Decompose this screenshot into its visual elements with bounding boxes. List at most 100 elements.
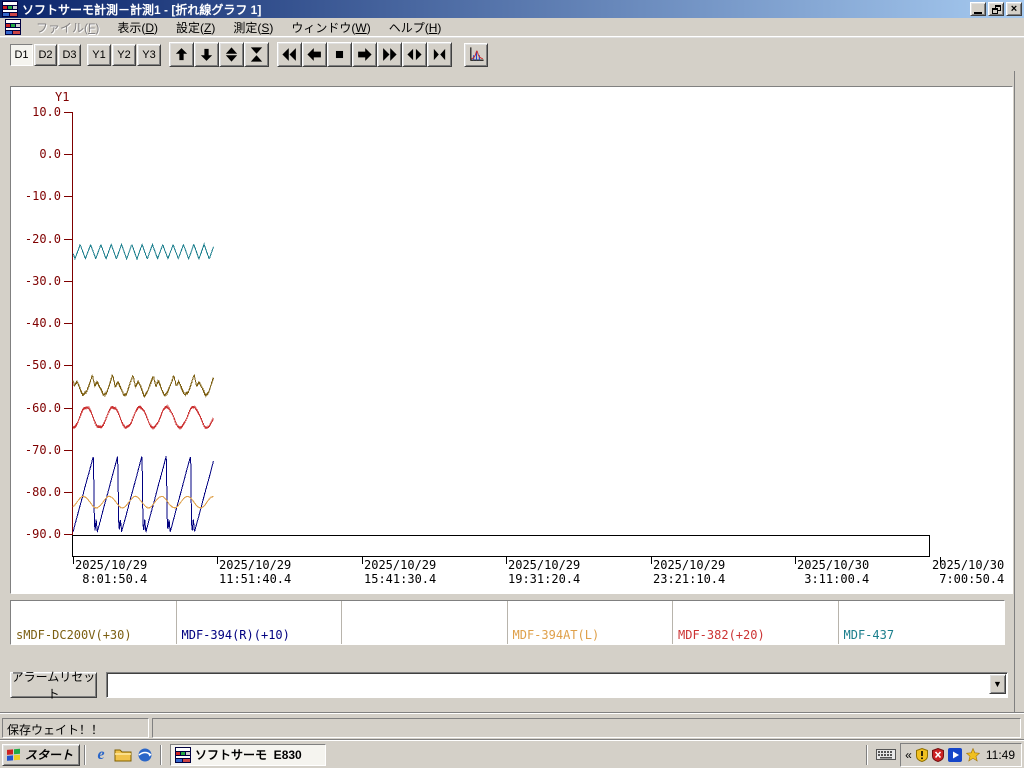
star-tray-icon[interactable]: [965, 747, 980, 762]
toolbar-y3-button[interactable]: Y3: [137, 43, 161, 66]
x-tick-label: 2025/10/30 3:11:00.4: [797, 558, 870, 586]
step-right-button[interactable]: [352, 42, 377, 67]
down-arrow-icon: [200, 48, 213, 61]
expand-vertical-button[interactable]: [219, 42, 244, 67]
folder-icon: [114, 749, 132, 761]
chevron-down-icon: ▼: [993, 679, 1002, 689]
stop-icon: [335, 50, 344, 59]
waveform-ch2: [72, 455, 214, 534]
start-label: スタート: [25, 748, 74, 762]
compress-vertical-icon: [250, 47, 263, 62]
compress-vertical-button[interactable]: [244, 42, 269, 67]
expand-horizontal-button[interactable]: [402, 42, 427, 67]
quick-launch-folder-button[interactable]: [112, 744, 134, 766]
up-arrow-icon: [175, 48, 188, 61]
line-chart-panel: Y1 10.0 0.0 -10.0 -20.0 -30.0 -40.0 -50.…: [10, 86, 1013, 594]
time-range-selector[interactable]: [72, 535, 930, 557]
x-tick-label: 2025/10/29 15:41:30.4: [364, 558, 437, 586]
quick-launch-desktop-button[interactable]: [134, 744, 156, 766]
menu-settings[interactable]: 設定(Z): [167, 17, 224, 38]
alarm-dropdown-field[interactable]: [106, 672, 1008, 698]
stop-button[interactable]: [327, 42, 352, 67]
legend-cell-ch2: MDF-394(R)(+10) CH2 [℃] -72.6: [177, 601, 342, 644]
close-button[interactable]: ×: [1006, 2, 1022, 16]
scroll-down-button[interactable]: [194, 42, 219, 67]
x-tick-label: 2025/10/29 19:31:20.4: [508, 558, 581, 586]
x-tick: [506, 557, 507, 564]
minimize-icon: [974, 12, 982, 14]
menu-help[interactable]: ヘルプ(H): [380, 17, 451, 38]
graph-icon: [469, 47, 484, 61]
toolbar-y2-button[interactable]: Y2: [112, 43, 136, 66]
rewind-button[interactable]: [277, 42, 302, 67]
legend-cell-ch5: MDF-382(+20) CH5 [℃] -62.5: [673, 601, 839, 644]
toolbar-d2-button[interactable]: D2: [34, 43, 57, 66]
alarm-reset-button[interactable]: アラームリセット: [10, 670, 97, 701]
waveform-ch1: [72, 373, 214, 399]
taskbar-divider: [866, 744, 869, 765]
x-tick: [217, 557, 218, 564]
toolbar-d3-button[interactable]: D3: [58, 43, 81, 66]
x-tick-label: 2025/10/30 7:00:50.4: [932, 558, 1005, 586]
internet-explorer-icon: e: [97, 745, 105, 763]
legend-cell-ch4: MDF-394AT(L) CH4 [℃] -81.0: [508, 601, 673, 644]
menu-window[interactable]: ウィンドウ(W): [282, 17, 379, 38]
waveform-ch5: [72, 404, 214, 430]
fast-forward-icon: [383, 48, 397, 61]
step-left-button[interactable]: [302, 42, 327, 67]
x-tick-label: 2025/10/29 8:01:50.4: [75, 558, 148, 586]
mdi-child-icon: [5, 19, 21, 35]
keyboard-layout-icon[interactable]: [876, 748, 897, 761]
legend-cell-ch1: sMDF-DC200V(+30) CH1 [℃] -53.3: [11, 601, 177, 644]
start-button[interactable]: スタート: [2, 743, 81, 766]
channel-legend: sMDF-DC200V(+30) CH1 [℃] -53.3 MDF-394(R…: [10, 600, 1005, 645]
alarm-dropdown-arrow-button[interactable]: ▼: [989, 674, 1006, 694]
alarm-dropdown[interactable]: ▼: [106, 672, 1008, 698]
expand-horizontal-icon: [407, 48, 422, 61]
rewind-icon: [282, 48, 296, 61]
toolbar: D1 D2 D3 Y1 Y2 Y3: [0, 37, 1024, 71]
media-play-tray-icon[interactable]: [947, 747, 962, 762]
right-arrow-icon: [358, 48, 372, 61]
client-edge: [1014, 71, 1015, 712]
window-controls: ×: [970, 2, 1022, 16]
menu-measure[interactable]: 測定(S): [224, 17, 282, 38]
waveform-ch6: [72, 242, 214, 261]
taskbar: スタート e ソフトサーモ E830 « 11:49: [0, 740, 1024, 768]
legend-cell-ch3: CH3 [℃] -----: [342, 601, 508, 644]
toolbar-y1-button[interactable]: Y1: [87, 43, 111, 66]
channel-name: MDF-437: [843, 628, 895, 642]
menu-file[interactable]: ファイル(F): [27, 17, 108, 38]
minimize-button[interactable]: [970, 2, 986, 16]
restore-icon: [991, 4, 1001, 14]
show-desktop-icon: [138, 748, 152, 761]
fast-forward-button[interactable]: [377, 42, 402, 67]
compress-horizontal-icon: [433, 48, 446, 61]
restore-button[interactable]: [988, 2, 1004, 16]
compress-horizontal-button[interactable]: [427, 42, 452, 67]
toolbar-d1-button[interactable]: D1: [10, 43, 33, 66]
app-icon: [175, 746, 192, 763]
task-button-softthermo[interactable]: ソフトサーモ E830: [170, 743, 327, 766]
taskbar-clock[interactable]: 11:49: [986, 748, 1015, 762]
channel-name: sMDF-DC200V(+30): [16, 628, 132, 642]
menu-view[interactable]: 表示(D): [108, 17, 167, 38]
windows-logo-icon: [7, 748, 20, 761]
channel-name: MDF-394(R)(+10): [181, 628, 290, 642]
quick-launch-browser-button[interactable]: e: [90, 744, 112, 766]
status-message-panel: 保存ウェイト！！: [2, 718, 149, 738]
tray-expand-chevron[interactable]: «: [905, 748, 912, 762]
status-bar: 保存ウェイト！！: [0, 712, 1024, 740]
window-title: ソフトサーモ計測－計測1 - [折れ線グラフ 1]: [22, 2, 262, 17]
graph-view-button[interactable]: [464, 42, 488, 67]
security-warning-shield-icon[interactable]: [915, 747, 928, 762]
x-tick-label: 2025/10/29 23:21:10.4: [653, 558, 726, 586]
scroll-up-button[interactable]: [169, 42, 194, 67]
menu-bar: ファイル(F) 表示(D) 設定(Z) 測定(S) ウィンドウ(W) ヘルプ(H…: [0, 17, 1024, 52]
x-tick: [795, 557, 796, 564]
x-tick-label: 2025/10/29 11:51:40.4: [219, 558, 292, 586]
security-alert-shield-icon[interactable]: [931, 747, 944, 762]
application-window: ソフトサーモ計測－計測1 - [折れ線グラフ 1] × ファイル(F) 表示(D…: [0, 0, 1024, 768]
title-bar: ソフトサーモ計測－計測1 - [折れ線グラフ 1] ×: [0, 0, 1024, 18]
app-icon: [2, 1, 18, 17]
